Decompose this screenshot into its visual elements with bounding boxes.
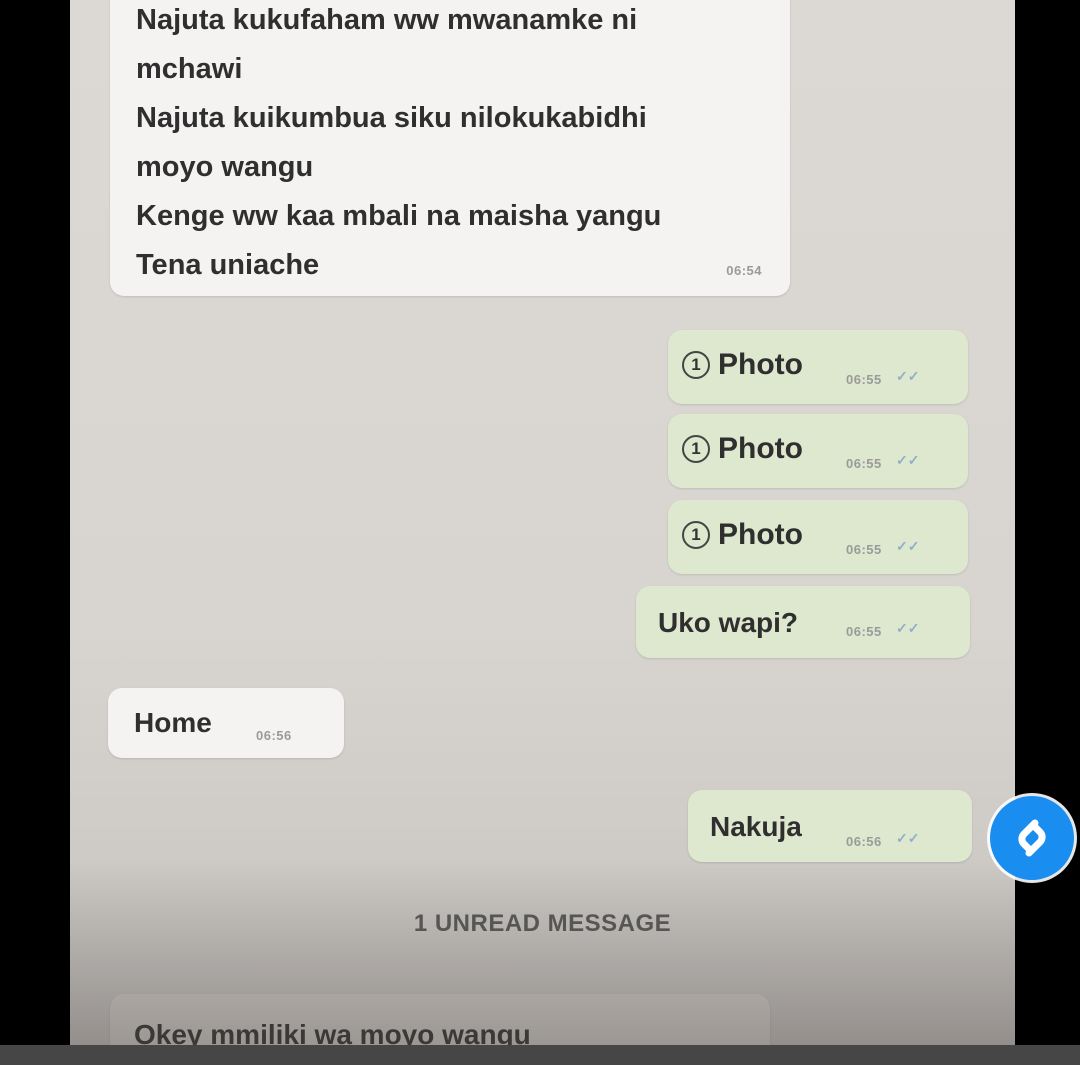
view-once-icon: 1 — [682, 351, 710, 379]
message-time: 06:56 — [256, 728, 292, 743]
photo-label: Photo — [718, 518, 803, 551]
bottom-bar — [0, 1045, 1080, 1065]
view-once-icon: 1 — [682, 521, 710, 549]
message-text: Home — [134, 707, 212, 738]
message-text: Okey mmiliki wa moyo wangu — [134, 1019, 531, 1045]
message-time: 06:56 — [846, 834, 882, 849]
message-line: mchawi — [136, 53, 243, 85]
message-line: Kenge ww kaa mbali na maisha yangu — [136, 200, 662, 232]
message-time: 06:55 — [846, 542, 882, 557]
outgoing-photo-message[interactable]: 1 Photo 06:55 ✓✓ — [668, 330, 968, 404]
outgoing-message: Uko wapi? 06:55 ✓✓ — [636, 586, 970, 658]
photo-label: Photo — [718, 432, 803, 465]
view-once-icon: 1 — [682, 435, 710, 463]
incoming-message: Najuta kukufaham ww mwanamke ni mchawi N… — [110, 0, 790, 296]
outgoing-message: Nakuja 06:56 ✓✓ — [688, 790, 972, 862]
unread-messages-divider: 1 UNREAD MESSAGE — [413, 910, 672, 937]
read-ticks-icon: ✓✓ — [896, 368, 920, 384]
read-ticks-icon: ✓✓ — [896, 620, 920, 636]
read-ticks-icon: ✓✓ — [896, 830, 920, 846]
message-text: Uko wapi? — [658, 607, 799, 638]
outgoing-photo-message[interactable]: 1 Photo 06:55 ✓✓ — [668, 500, 968, 574]
shazam-logo-icon — [1018, 819, 1046, 857]
message-text: Nakuja — [710, 811, 802, 842]
message-line: moyo wangu — [136, 151, 314, 183]
message-time: 06:55 — [846, 456, 882, 471]
incoming-message: Home 06:56 — [108, 688, 344, 758]
incoming-message: Okey mmiliki wa moyo wangu — [110, 994, 770, 1045]
message-time: 06:55 — [846, 624, 882, 639]
photo-label: Photo — [718, 348, 803, 381]
message-line: Tena uniache — [136, 249, 320, 281]
read-ticks-icon: ✓✓ — [896, 538, 920, 554]
message-time: 06:55 — [846, 372, 882, 387]
outgoing-photo-message[interactable]: 1 Photo 06:55 ✓✓ — [668, 414, 968, 488]
shazam-icon[interactable] — [990, 796, 1074, 880]
message-time: 06:54 — [726, 263, 762, 278]
message-line: Najuta kukufaham ww mwanamke ni — [136, 4, 638, 36]
message-line: Najuta kuikumbua siku nilokukabidhi — [136, 102, 647, 134]
read-ticks-icon: ✓✓ — [896, 452, 920, 468]
chat-screenshot: Najuta kukufaham ww mwanamke ni mchawi N… — [70, 0, 1015, 1045]
